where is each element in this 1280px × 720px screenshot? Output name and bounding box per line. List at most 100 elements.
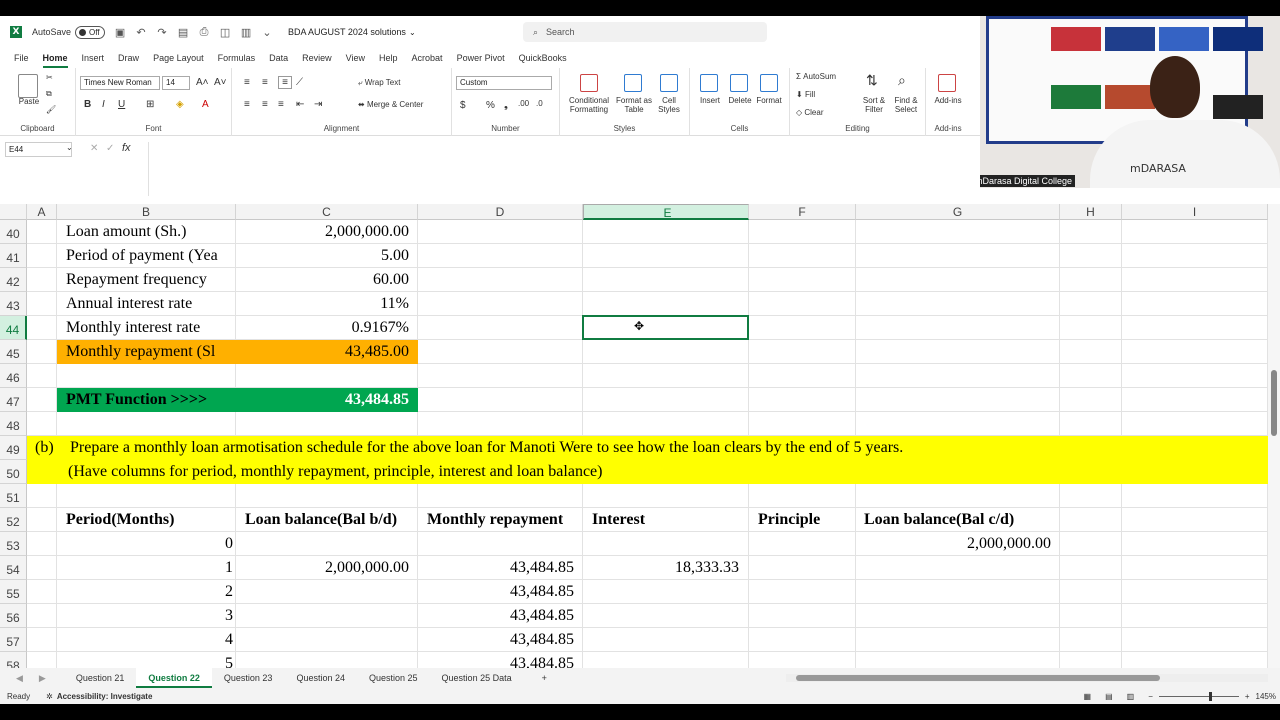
- decrease-decimal-icon[interactable]: .0: [536, 99, 543, 109]
- decrease-indent-icon[interactable]: ⇤: [296, 99, 304, 110]
- font-size-select[interactable]: 14: [162, 76, 190, 90]
- comma-icon[interactable]: ❟: [504, 100, 508, 111]
- row-header[interactable]: 41: [0, 244, 27, 268]
- menu-tab-quickbooks[interactable]: QuickBooks: [519, 48, 567, 68]
- row-header[interactable]: 46: [0, 364, 27, 388]
- align-middle-icon[interactable]: ≡: [262, 77, 268, 88]
- normal-view-icon[interactable]: ▦: [1084, 692, 1092, 701]
- align-left-icon[interactable]: ≡: [244, 99, 250, 110]
- copy-icon[interactable]: ⧉: [46, 89, 52, 99]
- page-break-view-icon[interactable]: ▥: [1127, 692, 1135, 701]
- vertical-scrollbar[interactable]: [1268, 204, 1280, 668]
- autosum-button[interactable]: Σ AutoSum: [796, 72, 836, 82]
- sheet-tab[interactable]: Question 24: [284, 668, 357, 688]
- row-header[interactable]: 50: [0, 460, 27, 484]
- row-header[interactable]: 44: [0, 316, 27, 340]
- add-sheet-icon[interactable]: +: [542, 673, 547, 683]
- decrease-font-icon[interactable]: A˅: [214, 77, 227, 88]
- search-box[interactable]: ⌕ Search: [523, 22, 767, 42]
- save-icon[interactable]: ▣: [113, 26, 127, 39]
- horizontal-scroll-thumb[interactable]: [796, 675, 1160, 681]
- sheet-tab[interactable]: Question 21: [64, 668, 137, 688]
- cut-icon[interactable]: ✂: [46, 73, 53, 83]
- menu-tab-power-pivot[interactable]: Power Pivot: [457, 48, 505, 68]
- row-header[interactable]: 54: [0, 556, 27, 580]
- zoom-out-icon[interactable]: −: [1148, 692, 1153, 701]
- menu-tab-page-layout[interactable]: Page Layout: [153, 48, 204, 68]
- scroll-right-icon[interactable]: ▶: [39, 673, 46, 684]
- column-header-b[interactable]: B: [57, 204, 236, 220]
- bold-button[interactable]: B: [84, 99, 91, 110]
- italic-button[interactable]: I: [102, 99, 105, 110]
- underline-button[interactable]: U: [118, 99, 125, 110]
- align-top-icon[interactable]: ≡: [244, 77, 250, 88]
- increase-font-icon[interactable]: A˄: [196, 77, 209, 88]
- align-center-icon[interactable]: ≡: [262, 99, 268, 110]
- print-preview-icon[interactable]: ⎙: [197, 26, 211, 39]
- column-header-f[interactable]: F: [749, 204, 856, 220]
- row-header[interactable]: 42: [0, 268, 27, 292]
- sheet-tab[interactable]: Question 23: [212, 668, 285, 688]
- chevron-down-icon[interactable]: ⌄: [409, 28, 416, 37]
- customize-icon[interactable]: ⌄: [260, 26, 274, 39]
- row-header[interactable]: 53: [0, 532, 27, 556]
- fill-color-icon[interactable]: ◈: [176, 99, 184, 110]
- clear-button[interactable]: ◇ Clear: [796, 108, 824, 118]
- row-header[interactable]: 58: [0, 652, 27, 668]
- sort-filter-button[interactable]: Sort & Filter: [860, 96, 888, 115]
- align-bottom-icon[interactable]: ≡: [278, 76, 292, 89]
- column-header-g[interactable]: G: [856, 204, 1060, 220]
- row-header[interactable]: 40: [0, 220, 27, 244]
- vertical-scroll-thumb[interactable]: [1271, 370, 1277, 436]
- row-header[interactable]: 55: [0, 580, 27, 604]
- zoom-slider[interactable]: [1158, 691, 1239, 701]
- spreadsheet-grid[interactable]: A B C D E F G H I 40 41 42 43 44 45 46 47 48 49 50 51 52 53 54 5…: [0, 204, 1268, 668]
- row-header[interactable]: 47: [0, 388, 27, 412]
- menu-tab-draw[interactable]: Draw: [118, 48, 139, 68]
- addins-button[interactable]: Add-ins: [930, 96, 966, 106]
- menu-tab-formulas[interactable]: Formulas: [218, 48, 256, 68]
- menu-tab-file[interactable]: File: [14, 48, 29, 68]
- conditional-formatting-button[interactable]: Conditional Formatting: [564, 96, 614, 115]
- scroll-left-icon[interactable]: ◀: [16, 673, 23, 684]
- zoom-level[interactable]: 145%: [1256, 692, 1276, 701]
- font-name-select[interactable]: Times New Roman: [80, 76, 160, 90]
- find-select-button[interactable]: Find & Select: [890, 96, 922, 115]
- column-header-a[interactable]: A: [27, 204, 57, 220]
- selected-cell-e44[interactable]: [582, 315, 749, 340]
- sheet-tab[interactable]: Question 25 Data: [430, 668, 524, 688]
- accessibility-status[interactable]: Accessibility: Investigate: [57, 692, 153, 701]
- delete-cells-button[interactable]: Delete: [726, 96, 754, 106]
- menu-tab-review[interactable]: Review: [302, 48, 332, 68]
- page-layout-view-icon[interactable]: ▤: [1105, 692, 1113, 701]
- cell-styles-button[interactable]: Cell Styles: [654, 96, 684, 115]
- menu-tab-insert[interactable]: Insert: [82, 48, 105, 68]
- row-header[interactable]: 48: [0, 412, 27, 436]
- redo-icon[interactable]: ↷: [155, 26, 169, 39]
- orientation-icon[interactable]: ⟋: [296, 77, 303, 88]
- camera-icon[interactable]: ◫: [218, 26, 232, 39]
- enter-icon[interactable]: ✓: [106, 143, 114, 154]
- column-header-c[interactable]: C: [236, 204, 418, 220]
- paste-button[interactable]: Paste: [14, 97, 44, 107]
- format-as-table-button[interactable]: Format as Table: [614, 96, 654, 115]
- row-header[interactable]: 45: [0, 340, 27, 364]
- zoom-in-icon[interactable]: +: [1245, 692, 1250, 701]
- merge-center-button[interactable]: ⬌ Merge & Center: [358, 100, 423, 110]
- font-color-icon[interactable]: A: [202, 99, 209, 110]
- format-cells-button[interactable]: Format: [754, 96, 784, 106]
- percent-icon[interactable]: %: [486, 100, 495, 111]
- zoom-slider-thumb[interactable]: [1208, 691, 1212, 701]
- menu-tab-help[interactable]: Help: [379, 48, 398, 68]
- increase-indent-icon[interactable]: ⇥: [314, 99, 322, 110]
- insert-cells-button[interactable]: Insert: [696, 96, 724, 106]
- column-header-d[interactable]: D: [418, 204, 583, 220]
- row-header[interactable]: 57: [0, 628, 27, 652]
- wrap-text-button[interactable]: ⤶ Wrap Text: [358, 78, 400, 88]
- column-header-h[interactable]: H: [1060, 204, 1122, 220]
- row-header[interactable]: 43: [0, 292, 27, 316]
- number-format-select[interactable]: Custom: [456, 76, 552, 90]
- currency-icon[interactable]: $: [460, 100, 466, 111]
- menu-tab-view[interactable]: View: [346, 48, 365, 68]
- insert-function-icon[interactable]: fx: [122, 142, 131, 154]
